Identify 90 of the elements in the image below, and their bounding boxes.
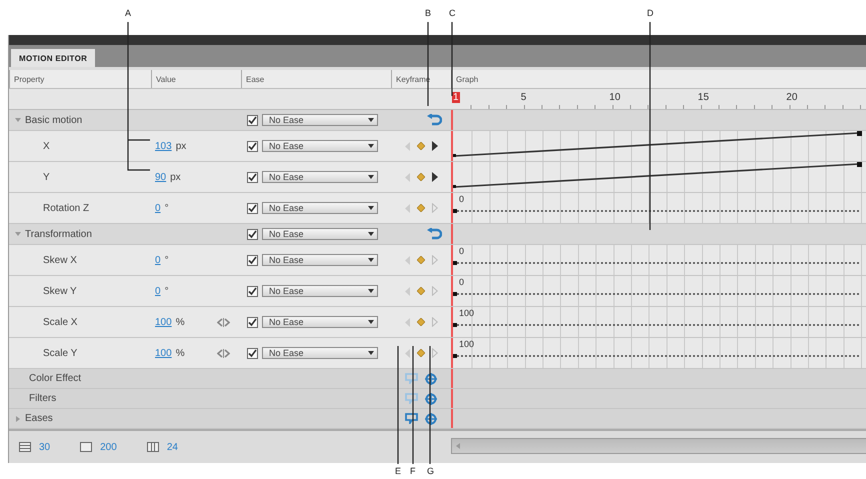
property-label: Skew X	[42, 254, 77, 266]
callout-letter: G	[427, 466, 434, 476]
checkbox[interactable]	[247, 172, 258, 182]
checkbox[interactable]	[247, 202, 258, 214]
paste-icon[interactable]	[404, 393, 418, 404]
add-keyframe-icon[interactable]	[416, 349, 424, 357]
dropdown-caret-icon[interactable]	[368, 117, 374, 123]
callout-letter: F	[410, 466, 416, 476]
property-label: X	[42, 140, 50, 152]
dropdown-caret-icon[interactable]	[368, 350, 374, 356]
add-keyframe-icon[interactable]	[416, 287, 424, 295]
checkbox[interactable]	[247, 348, 258, 358]
graph-value-label: 0	[459, 194, 464, 204]
unit-label: %	[176, 348, 185, 358]
property-label: Rotation Z	[42, 202, 90, 214]
reset-icon[interactable]	[426, 228, 442, 240]
graph-value-label: 100	[459, 308, 474, 318]
checkbox[interactable]	[247, 286, 258, 296]
add-keyframe-icon[interactable]	[416, 204, 424, 212]
ease-dropdown[interactable]: No Ease	[262, 202, 378, 214]
property-label: Y	[42, 172, 50, 182]
column-header: Ease	[241, 70, 391, 88]
property-label: Color Effect	[28, 373, 82, 384]
column-header: Value	[151, 70, 241, 88]
add-icon[interactable]	[424, 412, 438, 424]
graph-value-label: 0	[459, 246, 464, 256]
scrollbar[interactable]	[451, 438, 866, 454]
ease-dropdown[interactable]: No Ease	[262, 347, 378, 359]
add-icon[interactable]	[424, 372, 438, 384]
value-field[interactable]: 100	[155, 316, 172, 328]
unit-label: px	[176, 140, 186, 152]
unit-label: °	[164, 254, 169, 266]
dropdown-caret-icon[interactable]	[368, 231, 374, 237]
unit-label: °	[164, 202, 169, 214]
next-keyframe-icon[interactable]	[432, 172, 438, 182]
property-label: Transformation	[25, 228, 92, 240]
property-label: Eases	[25, 413, 53, 424]
value-field[interactable]: 100	[155, 348, 172, 358]
ease-dropdown[interactable]: No Ease	[262, 254, 378, 266]
ease-dropdown[interactable]: No Ease	[262, 285, 378, 297]
value-field[interactable]: 90	[155, 172, 166, 182]
dropdown-caret-icon[interactable]	[368, 319, 374, 325]
property-label: Filters	[28, 393, 56, 404]
add-keyframe-icon[interactable]	[416, 318, 424, 326]
paste-icon[interactable]	[404, 413, 418, 424]
ease-dropdown[interactable]: No Ease	[262, 228, 378, 240]
ease-dropdown[interactable]: No Ease	[262, 140, 378, 152]
add-icon[interactable]	[424, 392, 438, 404]
property-label: Scale X	[42, 316, 78, 328]
callout-letter: D	[647, 8, 654, 18]
checkbox[interactable]	[247, 140, 258, 152]
dropdown-caret-icon[interactable]	[368, 257, 374, 263]
column-header: Property	[9, 70, 151, 88]
rows-icon[interactable]	[19, 442, 31, 452]
checkbox[interactable]	[247, 114, 258, 126]
unit-label: %	[176, 316, 185, 328]
callout-letter: B	[425, 8, 432, 18]
dropdown-caret-icon[interactable]	[368, 288, 374, 294]
value-field[interactable]: 103	[155, 140, 172, 152]
paste-icon[interactable]	[404, 373, 418, 384]
columns-icon[interactable]	[146, 442, 159, 452]
dropdown-caret-icon[interactable]	[368, 143, 374, 149]
reset-icon[interactable]	[426, 114, 442, 126]
panel-tab[interactable]: MOTION EDITOR	[11, 49, 96, 67]
column-header: Graph	[451, 70, 866, 88]
unit-label: px	[170, 172, 181, 182]
add-keyframe-icon[interactable]	[416, 142, 424, 150]
next-keyframe-icon[interactable]	[432, 141, 438, 151]
ease-dropdown[interactable]: No Ease	[262, 316, 378, 328]
callout-letter: A	[125, 8, 132, 18]
graph-value-label: 0	[459, 277, 464, 287]
panel-icon[interactable]	[80, 442, 92, 452]
checkbox[interactable]	[247, 254, 258, 266]
property-label: Scale Y	[42, 348, 78, 358]
graph-value-label: 100	[459, 339, 474, 349]
checkbox[interactable]	[247, 316, 258, 328]
dropdown-caret-icon[interactable]	[368, 205, 374, 211]
unit-label: °	[164, 286, 169, 296]
link-icon[interactable]	[216, 348, 230, 358]
ease-dropdown[interactable]: No Ease	[262, 171, 378, 183]
property-label: Skew Y	[42, 286, 77, 296]
property-label: Basic motion	[25, 114, 82, 126]
callout-letter: C	[449, 8, 456, 18]
add-keyframe-icon[interactable]	[416, 173, 424, 181]
add-keyframe-icon[interactable]	[416, 256, 424, 264]
checkbox[interactable]	[247, 228, 258, 240]
callout-letter: E	[395, 466, 402, 476]
ease-dropdown[interactable]: No Ease	[262, 114, 378, 126]
dropdown-caret-icon[interactable]	[368, 174, 374, 180]
link-icon[interactable]	[216, 318, 230, 326]
